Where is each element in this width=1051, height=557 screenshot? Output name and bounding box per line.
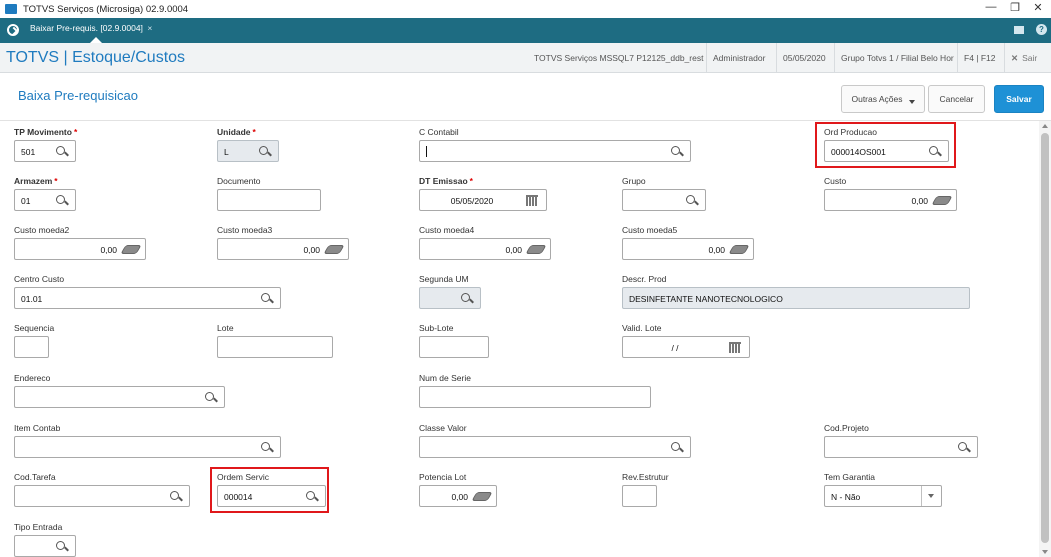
tab-label: Baixar Pre-requis. [02.9.0004]: [30, 23, 143, 33]
calendar-icon[interactable]: [526, 195, 538, 206]
centro-custo-input[interactable]: 01.01: [14, 287, 281, 309]
tab-strip: Baixar Pre-requis. [02.9.0004] × ?: [0, 18, 1051, 43]
descr-prod-input[interactable]: DESINFETANTE NANOTECNOLOGICO: [622, 287, 970, 309]
cod-projeto-input[interactable]: [824, 436, 978, 458]
user-info[interactable]: Administrador: [706, 43, 771, 73]
search-icon[interactable]: [670, 145, 684, 159]
form-area: TP Movimento * 501 Unidade * L C Contabil …: [0, 121, 1051, 557]
search-icon[interactable]: [260, 292, 274, 306]
unidade-input[interactable]: L: [217, 140, 279, 162]
environment-info: TOTVS Serviços MSSQL7 P12125_ddb_rest: [534, 53, 704, 63]
valid-lote-input[interactable]: / /: [622, 336, 750, 358]
custo-moeda5-input[interactable]: 0,00: [622, 238, 754, 260]
search-icon[interactable]: [670, 441, 684, 455]
search-icon[interactable]: [460, 292, 474, 306]
money-icon[interactable]: [525, 245, 547, 254]
save-button[interactable]: Salvar: [994, 85, 1044, 113]
grupo-input[interactable]: [622, 189, 706, 211]
other-actions-button[interactable]: Outras Ações: [841, 85, 925, 113]
text-cursor: [426, 146, 427, 157]
vertical-scrollbar[interactable]: [1039, 121, 1051, 557]
cancel-button[interactable]: Cancelar: [928, 85, 985, 113]
custo-moeda3-input[interactable]: 0,00: [217, 238, 349, 260]
custo-moeda2-input[interactable]: 0,00: [14, 238, 146, 260]
lote-input[interactable]: [217, 336, 333, 358]
shortcut-info[interactable]: F4 | F12: [957, 43, 1002, 73]
page-header: Baixa Pre-requisicao Outras Ações Cancel…: [0, 73, 1051, 121]
search-icon[interactable]: [260, 441, 274, 455]
highlight-ord-producao: [815, 122, 956, 168]
scroll-up-icon[interactable]: [1042, 124, 1048, 128]
endereco-input[interactable]: [14, 386, 225, 408]
cod-tarefa-input[interactable]: [14, 485, 190, 507]
highlight-ordem-servic: [210, 467, 329, 513]
tab-baixar-pre-requis[interactable]: Baixar Pre-requis. [02.9.0004] ×: [30, 23, 152, 33]
tem-garantia-select[interactable]: N - Não: [824, 485, 942, 507]
num-serie-input[interactable]: [419, 386, 651, 408]
item-contab-input[interactable]: [14, 436, 281, 458]
armazem-input[interactable]: 01: [14, 189, 76, 211]
date-info[interactable]: 05/05/2020: [776, 43, 832, 73]
potencia-lot-input[interactable]: 0,00: [419, 485, 497, 507]
restore-button[interactable]: ❐: [1003, 1, 1027, 14]
money-icon[interactable]: [120, 245, 142, 254]
close-icon: ✕: [1011, 52, 1019, 63]
close-window-button[interactable]: ✕: [1026, 1, 1050, 14]
home-icon[interactable]: [7, 24, 19, 36]
custo-moeda4-input[interactable]: 0,00: [419, 238, 551, 260]
page-title: Baixa Pre-requisicao: [18, 88, 138, 103]
segunda-um-input[interactable]: [419, 287, 481, 309]
search-icon[interactable]: [55, 540, 69, 554]
sub-lote-input[interactable]: [419, 336, 489, 358]
classe-valor-input[interactable]: [419, 436, 691, 458]
module-title: TOTVS | Estoque/Custos: [6, 49, 186, 66]
search-icon[interactable]: [204, 391, 218, 405]
help-icon[interactable]: ?: [1036, 24, 1047, 35]
money-icon[interactable]: [323, 245, 345, 254]
minimize-button[interactable]: —: [979, 1, 1003, 13]
scrollbar-thumb[interactable]: [1041, 133, 1049, 543]
documento-input[interactable]: [217, 189, 321, 211]
search-icon[interactable]: [55, 194, 69, 208]
rev-estrutur-input[interactable]: [622, 485, 657, 507]
money-icon[interactable]: [471, 492, 493, 501]
chevron-down-icon[interactable]: [921, 486, 941, 506]
branch-info[interactable]: Grupo Totvs 1 / Filial Belo Hor: [834, 43, 960, 73]
scroll-down-icon[interactable]: [1042, 550, 1048, 554]
mail-icon[interactable]: [1014, 26, 1024, 34]
c-contabil-input[interactable]: [419, 140, 691, 162]
tp-movimento-input[interactable]: 501: [14, 140, 76, 162]
tab-close-icon[interactable]: ×: [147, 23, 152, 33]
chevron-down-icon: [908, 100, 915, 104]
money-icon[interactable]: [931, 196, 953, 205]
search-icon[interactable]: [55, 145, 69, 159]
search-icon[interactable]: [258, 145, 272, 159]
calendar-icon[interactable]: [729, 342, 741, 353]
window-title-bar: TOTVS Serviços (Microsiga) 02.9.0004 — ❐…: [0, 0, 1051, 18]
dt-emissao-input[interactable]: 05/05/2020: [419, 189, 547, 211]
search-icon[interactable]: [169, 490, 183, 504]
exit-button[interactable]: ✕ Sair: [1004, 43, 1043, 73]
search-icon[interactable]: [957, 441, 971, 455]
sequencia-input[interactable]: [14, 336, 49, 358]
tipo-entrada-input[interactable]: [14, 535, 76, 557]
window-title: TOTVS Serviços (Microsiga) 02.9.0004: [23, 3, 189, 15]
app-icon: [5, 4, 17, 14]
search-icon[interactable]: [685, 194, 699, 208]
money-icon[interactable]: [728, 245, 750, 254]
app-header: TOTVS | Estoque/Custos TOTVS Serviços MS…: [0, 43, 1051, 73]
custo-input[interactable]: 0,00: [824, 189, 957, 211]
